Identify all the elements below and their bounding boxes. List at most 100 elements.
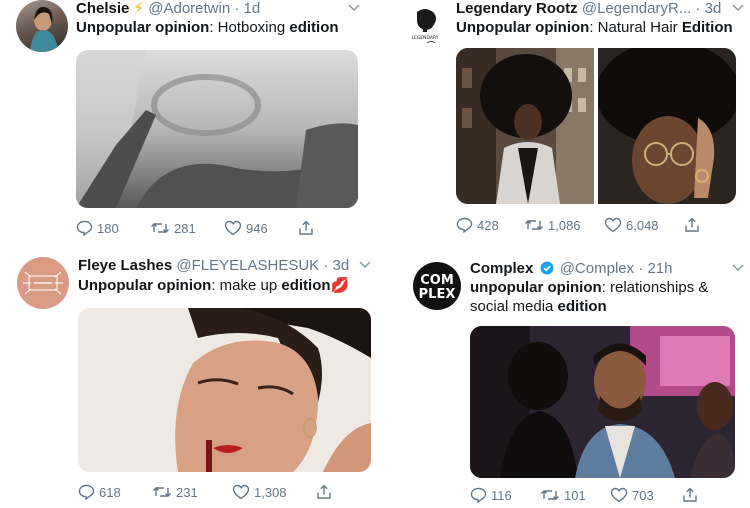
retweet-icon xyxy=(525,220,543,230)
share-icon[interactable] xyxy=(684,217,700,233)
text-rest: : Hotboxing xyxy=(209,19,290,36)
like-count: 946 xyxy=(246,220,268,236)
chevron-down-icon[interactable] xyxy=(358,260,372,270)
tweet-media-photo[interactable] xyxy=(76,50,358,208)
reply-button[interactable]: 428 xyxy=(456,217,524,233)
afro-woman-city-image xyxy=(456,48,594,204)
reply-button[interactable]: 116 xyxy=(470,487,540,503)
reply-icon xyxy=(456,217,473,233)
like-button[interactable]: 703 xyxy=(610,487,682,503)
reply-count: 180 xyxy=(97,220,119,236)
logo-text-top: COM xyxy=(420,273,454,288)
display-name[interactable]: Fleye Lashes xyxy=(78,257,172,274)
avatar[interactable] xyxy=(16,0,68,52)
tweet-chelsie[interactable]: Chelsie ⚡ @Adoretwin · 1d Unpopular opin… xyxy=(0,0,375,250)
reply-count: 428 xyxy=(477,217,499,233)
heart-icon xyxy=(610,487,628,503)
reply-icon xyxy=(76,220,93,236)
text-tail: edition xyxy=(281,277,331,294)
complex-logo: COM PLEX xyxy=(419,273,456,302)
club-photo-image xyxy=(470,326,735,478)
tweet-header: Legendary Rootz @LegendaryR... · 3d xyxy=(456,0,721,18)
tweet-text: Unpopular opinion: Hotboxing edition xyxy=(76,18,366,37)
text-bold: Unpopular opinion xyxy=(76,19,210,36)
tweet-actions: 116 101 703 xyxy=(470,487,710,503)
tweet-actions: 180 281 946 xyxy=(76,220,316,236)
tweet-media-photo-left[interactable] xyxy=(456,48,594,204)
chevron-down-icon[interactable] xyxy=(347,3,361,13)
like-count: 6,048 xyxy=(626,217,659,233)
tweet-legendary-rootz[interactable]: LEGENDARY Legendary Rootz @LegendaryR...… xyxy=(375,0,750,250)
chevron-down-icon[interactable] xyxy=(731,3,745,13)
retweet-button[interactable]: 101 xyxy=(540,488,610,503)
like-button[interactable]: 6,048 xyxy=(604,217,684,233)
tweet-header: Chelsie ⚡ @Adoretwin · 1d xyxy=(76,0,260,18)
kiss-emoji: 💋 xyxy=(330,277,350,294)
retweet-icon xyxy=(541,490,559,500)
legendary-rootz-logo: LEGENDARY xyxy=(411,9,439,44)
display-name[interactable]: Chelsie xyxy=(76,0,129,17)
text-line2: social media xyxy=(470,298,558,315)
text-rest: : make up xyxy=(211,277,282,294)
tweet-actions: 428 1,086 6,048 xyxy=(456,217,716,233)
tweet-text: Unpopular opinion: make up edition💋 xyxy=(78,276,368,295)
lightning-emoji: ⚡ xyxy=(133,0,145,17)
retweet-button[interactable]: 231 xyxy=(152,485,232,500)
retweet-count: 231 xyxy=(176,484,198,500)
avatar[interactable]: COM PLEX xyxy=(413,262,461,310)
tweet-text: Unpopular opinion: Natural Hair Edition xyxy=(456,18,746,37)
text-rest: : relationships & xyxy=(601,279,709,296)
tweet-header: Complex @Complex · 21h xyxy=(470,260,673,278)
tweet-media-photo[interactable] xyxy=(78,308,371,472)
retweet-count: 101 xyxy=(564,487,586,503)
like-button[interactable]: 946 xyxy=(224,220,298,236)
user-handle[interactable]: @Complex xyxy=(560,260,634,277)
timestamp[interactable]: 21h xyxy=(647,260,672,277)
verified-badge-icon xyxy=(540,261,554,275)
tweet-fleye-lashes[interactable]: Fleye Lashes @FLEYELASHESUK · 3d Unpopul… xyxy=(0,250,375,508)
like-button[interactable]: 1,308 xyxy=(232,484,316,500)
separator-dot: · xyxy=(323,257,329,274)
retweet-icon xyxy=(151,223,169,233)
separator-dot: · xyxy=(638,260,644,277)
display-name[interactable]: Complex xyxy=(470,260,533,277)
logo-text-bottom: PLEX xyxy=(419,287,456,302)
avatar[interactable]: LEGENDARY xyxy=(405,6,445,46)
like-count: 703 xyxy=(632,487,654,503)
text-bold: Unpopular opinion xyxy=(78,277,212,294)
display-name[interactable]: Legendary Rootz xyxy=(456,0,578,17)
text-tail: edition xyxy=(557,298,607,315)
avatar-photo xyxy=(30,6,58,52)
retweet-button[interactable]: 1,086 xyxy=(524,218,604,233)
heart-icon xyxy=(604,217,622,233)
retweet-button[interactable]: 281 xyxy=(150,221,224,236)
user-handle[interactable]: @LegendaryR... xyxy=(582,0,691,17)
timestamp[interactable]: 1d xyxy=(244,0,261,17)
timestamp[interactable]: 3d xyxy=(333,257,350,274)
reply-count: 618 xyxy=(99,484,121,500)
separator-dot: · xyxy=(695,0,701,17)
tweet-media-photo[interactable] xyxy=(470,326,735,478)
avatar[interactable] xyxy=(17,257,69,309)
tweet-complex[interactable]: COM PLEX Complex @Complex · 21h unpopula… xyxy=(375,250,750,508)
share-icon[interactable] xyxy=(298,220,314,236)
tweet-media-photo-right[interactable] xyxy=(598,48,736,204)
text-rest: : Natural Hair xyxy=(589,19,682,36)
retweet-count: 281 xyxy=(174,220,196,236)
reply-button[interactable]: 180 xyxy=(76,220,150,236)
timestamp[interactable]: 3d xyxy=(705,0,722,17)
reply-button[interactable]: 618 xyxy=(78,484,152,500)
share-icon[interactable] xyxy=(682,487,698,503)
reply-count: 116 xyxy=(491,487,512,503)
chevron-down-icon[interactable] xyxy=(731,263,745,273)
share-icon[interactable] xyxy=(316,484,332,500)
afro-woman-glasses-image xyxy=(598,48,736,204)
heart-icon xyxy=(224,220,242,236)
user-handle[interactable]: @FLEYELASHESUK xyxy=(176,257,319,274)
car-interior-image xyxy=(76,50,358,208)
retweet-icon xyxy=(153,487,171,497)
heart-icon xyxy=(232,484,250,500)
user-handle[interactable]: @Adoretwin xyxy=(148,0,230,17)
makeup-model-image xyxy=(78,308,371,472)
tweet-actions: 618 231 1,308 xyxy=(78,484,338,500)
